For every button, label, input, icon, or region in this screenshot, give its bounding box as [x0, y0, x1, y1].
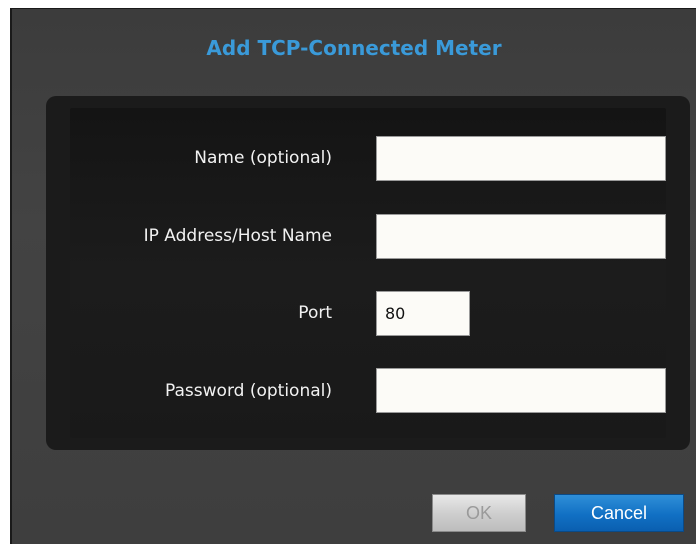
name-field[interactable]: [376, 136, 666, 181]
ip-address-field[interactable]: [376, 214, 666, 259]
port-label: Port: [298, 303, 332, 323]
name-label: Name (optional): [194, 148, 332, 168]
cancel-button[interactable]: Cancel: [554, 494, 684, 532]
ok-button[interactable]: OK: [432, 494, 526, 532]
ip-address-label: IP Address/Host Name: [143, 226, 332, 246]
password-field[interactable]: [376, 368, 666, 413]
port-field[interactable]: [376, 291, 470, 336]
password-label: Password (optional): [165, 381, 332, 401]
add-meter-dialog: Add TCP-Connected Meter Name (optional) …: [10, 8, 696, 544]
dialog-title: Add TCP-Connected Meter: [206, 36, 502, 60]
